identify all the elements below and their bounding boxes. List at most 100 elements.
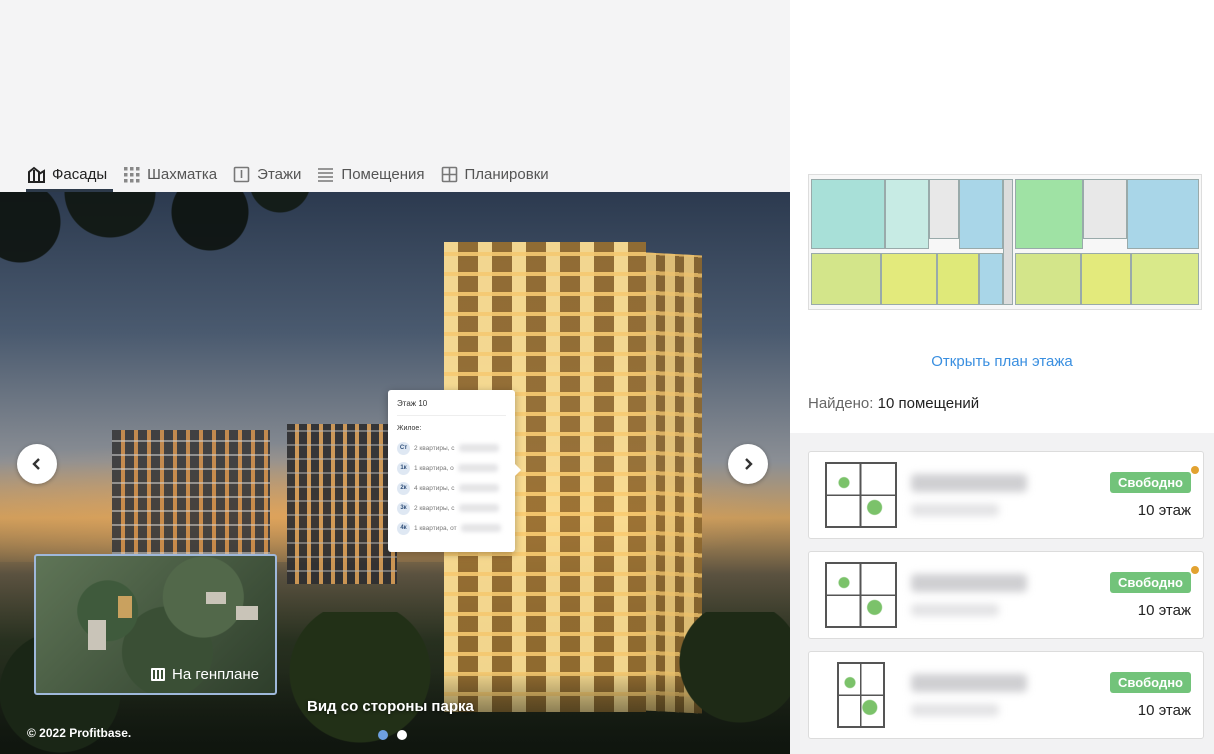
room-type-badge: Ст [397,441,410,455]
layout-icon [441,166,458,183]
plan-zone [1127,179,1199,249]
tab-label: Планировки [464,165,549,183]
status-dot [1191,566,1199,574]
plan-zone [1081,253,1131,305]
app-root: Фасады Шахматка Этажи Помещения Планиров… [0,0,1214,754]
tab-label: Шахматка [147,165,218,183]
genplan-building [88,620,106,650]
tooltip-row: 1к 1 квартира, о [397,458,506,478]
room-type-badge: 1к [397,461,410,475]
tree-foliage [0,192,340,322]
genplan-building [118,596,132,618]
status-badge: Свободно [1110,672,1191,693]
genplan-building [206,592,226,604]
blurred-details [911,604,999,616]
chevron-left-icon [32,458,40,470]
room-count-text: 4 квартиры, с [414,484,455,492]
blurred-price [458,444,499,452]
floor-plan-preview[interactable] [808,174,1202,310]
genplan-label-group: На генплане [151,666,259,683]
tab-label: Помещения [341,165,425,183]
plan-zone [811,253,881,305]
room-type-badge: 2к [397,481,410,495]
list-icon [317,166,334,183]
found-label: Найдено: [808,395,874,412]
slider-dot-1[interactable] [378,730,388,740]
open-floor-plan-link[interactable]: Открыть план этажа [790,353,1214,370]
building-middle [287,424,397,584]
blurred-price [460,524,501,532]
blurred-price [911,674,1027,692]
slide-caption: Вид со стороны парка [307,698,474,715]
blurred-price [458,484,499,492]
plan-zone [1003,179,1013,305]
tab-label: Фасады [52,165,108,183]
prev-slide-button[interactable] [17,444,57,484]
tab-chess[interactable]: Шахматка [121,160,223,188]
room-floor: 10 этаж [1137,602,1191,619]
slider-dot-2[interactable] [397,730,407,740]
room-floor: 10 этаж [1137,702,1191,719]
plan-zone [881,253,937,305]
tab-layouts[interactable]: Планировки [439,160,555,188]
blurred-price [911,574,1027,592]
tooltip-row: 3к 2 квартиры, с [397,498,506,518]
plan-zone [979,253,1003,305]
plan-zone [929,179,959,239]
room-count-text: 1 квартира, от [414,524,457,532]
room-floor: 10 этаж [1137,502,1191,519]
blurred-price [911,474,1027,492]
tooltip-row: 2к 4 квартиры, с [397,478,506,498]
chevron-right-icon [745,458,753,470]
status-dot [1191,466,1199,474]
plan-zone [1015,253,1081,305]
blurred-details [911,704,999,716]
tab-label: Этажи [257,165,302,183]
genplan-label: На генплане [172,666,259,683]
copyright-text: © 2022 Profitbase. [27,726,132,740]
tooltip-row: Ст 2 квартиры, с [397,438,506,458]
rooms-list: Свободно 10 этаж Свободно 10 этаж Свобод… [790,433,1214,754]
floor-sidebar: Открыть план этажа Найдено: 10 помещений… [790,0,1214,754]
plan-zone [885,179,929,249]
slider-dots [378,730,407,740]
room-card[interactable]: Свободно 10 этаж [808,651,1204,739]
room-type-badge: 4к [397,521,410,535]
found-count: Найдено: 10 помещений [808,395,979,412]
plan-zone [959,179,1003,249]
room-type-badge: 3к [397,501,410,515]
tab-floors[interactable]: Этажи [231,160,307,188]
plan-zone [937,253,979,305]
room-count-text: 1 квартира, о [414,464,454,472]
room-card[interactable]: Свободно 10 этаж [808,451,1204,539]
facade-render: Этаж 10 Жилое: Ст 2 квартиры, с 1к 1 ква… [0,192,790,754]
plan-zone [1083,179,1127,239]
genplan-thumbnail[interactable]: На генплане [34,554,277,695]
genplan-building [236,606,258,620]
view-tabs: Фасады Шахматка Этажи Помещения Планиров… [26,160,563,192]
room-plan-thumbnail [825,562,897,628]
room-count-text: 2 квартиры, с [414,444,455,452]
floor-tooltip: Этаж 10 Жилое: Ст 2 квартиры, с 1к 1 ква… [388,390,521,552]
room-plan-thumbnail [837,662,885,728]
facade-panel: Фасады Шахматка Этажи Помещения Планиров… [0,0,790,754]
plan-zone [1131,253,1199,305]
plan-zone [1015,179,1083,249]
map-icon [151,668,166,681]
blurred-details [911,504,999,516]
tab-rooms[interactable]: Помещения [315,160,430,188]
status-badge: Свободно [1110,472,1191,493]
tooltip-title: Этаж 10 [397,399,506,416]
room-count-text: 2 квартиры, с [414,504,455,512]
grid-icon [123,166,140,183]
status-badge: Свободно [1110,572,1191,593]
facade-icon [28,166,45,183]
floor-icon [233,166,250,183]
tab-facades[interactable]: Фасады [26,160,114,192]
next-slide-button[interactable] [728,444,768,484]
tooltip-row: 4к 1 квартира, от [397,518,506,538]
plan-zone [811,179,885,249]
blurred-price [457,464,498,472]
room-card[interactable]: Свободно 10 этаж [808,551,1204,639]
room-plan-thumbnail [825,462,897,528]
